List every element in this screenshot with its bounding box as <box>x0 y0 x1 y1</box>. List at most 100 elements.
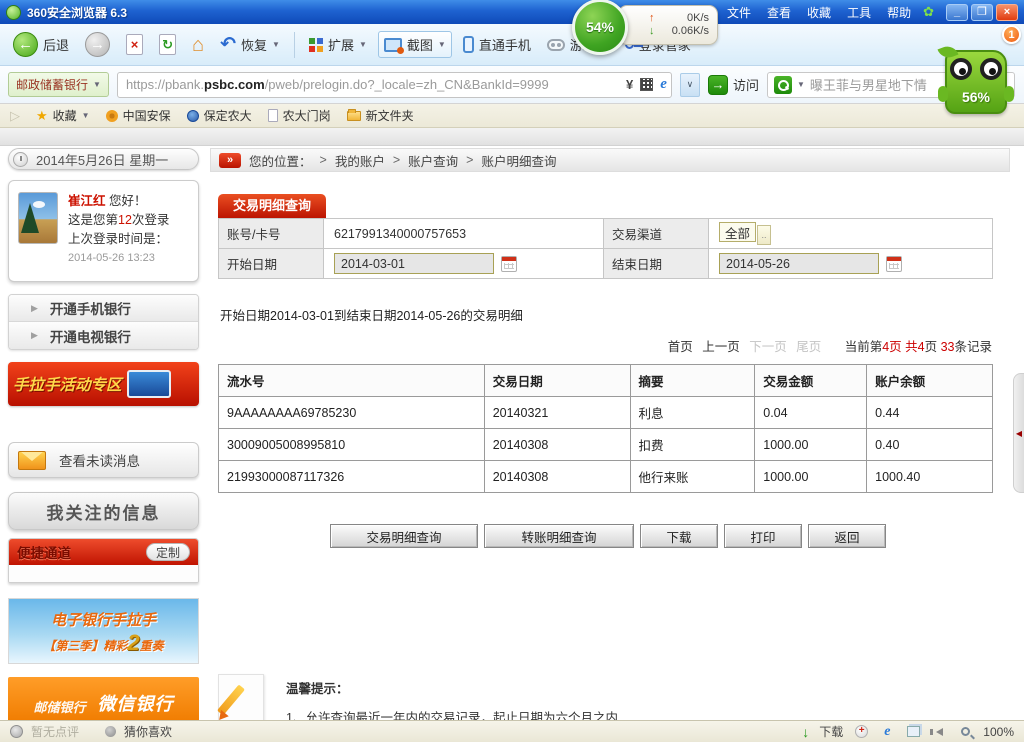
bookmark-folder[interactable]: 新文件夹 <box>347 107 414 124</box>
screenshot-button[interactable]: 截图 ▼ <box>378 31 452 58</box>
zoom-icon[interactable] <box>957 724 973 740</box>
battery-mascot[interactable]: 56% <box>936 50 1016 120</box>
query-form: 账号/卡号 6217991340000757653 交易渠道 全部.. 开始日期… <box>218 218 993 279</box>
table-row: 9AAAAAAAA69785230 20140321 利息 0.04 0.44 <box>219 397 993 429</box>
minimize-button[interactable]: _ <box>946 4 968 21</box>
url-dropdown-button[interactable]: ∨ <box>680 73 700 97</box>
first-page-link[interactable]: 首页 <box>668 340 693 354</box>
windows-layers-icon[interactable] <box>905 724 921 740</box>
calendar-icon[interactable] <box>886 256 902 272</box>
pagination: 首页 上一页 下一页 尾页 当前第4页 共4页 33条记录 <box>210 336 1010 355</box>
bookmark-item[interactable]: 中国安保 <box>106 107 171 124</box>
transaction-table: 流水号 交易日期 摘要 交易金额 账户余额 9AAAAAAAA69785230 … <box>218 364 993 493</box>
extensions-button[interactable]: 扩展 ▼ <box>304 32 372 57</box>
menu-view[interactable]: 查看 <box>767 4 791 21</box>
ie-mode-icon[interactable]: e <box>879 724 895 740</box>
speaker-icon[interactable] <box>931 724 947 740</box>
acceleration-ball[interactable]: 54% <box>572 0 628 55</box>
calendar-icon[interactable] <box>501 256 517 272</box>
breadcrumb: » 您的位置： > 我的账户 > 账户查询 > 账户明细查询 <box>210 148 1010 172</box>
phone-icon <box>463 36 474 53</box>
site-favicon-icon <box>187 110 199 122</box>
forward-button[interactable]: → <box>80 29 115 60</box>
title-bar: 360安全浏览器 6.3 » 文件 查看 收藏 工具 帮助 ✿ _ ❐ × <box>0 0 1024 24</box>
bookmark-item[interactable]: 保定农大 <box>187 107 252 124</box>
breadcrumb-detail-query[interactable]: 账户明细查询 <box>481 151 556 170</box>
url-text: https://pbank.psbc.com/pweb/prelogin.do?… <box>126 77 619 92</box>
restore-session-button[interactable]: ↶ 恢复 ▼ <box>215 32 285 57</box>
guess-like-label[interactable]: 猜你喜欢 <box>124 723 172 740</box>
menu-favorites[interactable]: 收藏 <box>807 4 831 21</box>
stop-button[interactable]: × <box>121 31 148 58</box>
activity-banner[interactable]: 手拉手活动专区 <box>8 362 199 406</box>
download-manager-label[interactable]: 下载 <box>819 723 843 740</box>
site-identity-button[interactable]: 邮政储蓄银行 ▼ <box>8 72 109 97</box>
focused-info-button[interactable]: 我关注的信息 <box>8 492 199 530</box>
end-date-input[interactable]: 2014-05-26 <box>719 253 879 274</box>
skin-icon[interactable]: ✿ <box>923 4 934 20</box>
user-name: 崔江红 <box>68 194 106 208</box>
url-input[interactable]: https://pbank.psbc.com/pweb/prelogin.do?… <box>117 72 672 98</box>
unread-messages-label: 查看未读消息 <box>59 450 140 470</box>
bookmark-item[interactable]: 农大门岗 <box>268 107 331 124</box>
avatar <box>18 192 58 244</box>
medical-kit-icon[interactable] <box>853 724 869 740</box>
favorites-button[interactable]: ★ 收藏 ▼ <box>36 107 90 124</box>
breadcrumb-my-account[interactable]: 我的账户 <box>335 151 385 170</box>
transaction-detail-query-button[interactable]: 交易明细查询 <box>330 524 478 548</box>
menu-tools[interactable]: 工具 <box>847 4 871 21</box>
notification-badge[interactable]: 1 <box>1002 25 1021 44</box>
cell-serial: 9AAAAAAAA69785230 <box>219 397 485 429</box>
restore-button[interactable]: ❐ <box>971 4 993 21</box>
sidebar-menu: ▶ 开通手机银行 ▶ 开通电视银行 <box>8 294 199 350</box>
bookmark-lead-icon[interactable]: ▷ <box>10 108 20 124</box>
upload-speed: 0K/s <box>687 13 709 24</box>
sidebar-item-tv-banking[interactable]: ▶ 开通电视银行 <box>9 322 198 349</box>
sidebar: 2014年5月26日 星期一 崔江红 您好！ 这是您第12次登录 上次登录时间是… <box>0 146 210 720</box>
breadcrumb-account-query[interactable]: 账户查询 <box>408 151 458 170</box>
back-button[interactable]: ← 后退 <box>8 29 74 60</box>
status-bar: 暂无点评 猜你喜欢 ↓ 下载 e 100% <box>0 720 1024 742</box>
customize-button[interactable]: 定制 <box>146 543 190 561</box>
start-date-input[interactable]: 2014-03-01 <box>334 253 494 274</box>
user-info-card: 崔江红 您好！ 这是您第12次登录 上次登录时间是： 2014-05-26 13… <box>8 180 199 282</box>
go-label: 访问 <box>733 75 759 94</box>
zoom-level[interactable]: 100% <box>983 725 1014 739</box>
prev-page-link[interactable]: 上一页 <box>702 340 740 354</box>
wechat-bank-banner[interactable]: 邮储银行 微信银行 <box>8 677 199 723</box>
sidebar-item-mobile-banking[interactable]: ▶ 开通手机银行 <box>9 295 198 322</box>
tab-transaction-detail[interactable]: 交易明细查询 <box>218 194 326 218</box>
qr-code-icon[interactable] <box>640 78 653 91</box>
star-icon: ★ <box>36 108 48 124</box>
start-date-label: 开始日期 <box>219 249 324 279</box>
cell-balance: 1000.40 <box>867 461 993 493</box>
search-icon[interactable] <box>774 76 792 94</box>
ie-compat-icon[interactable]: e <box>660 76 667 93</box>
cell-summary: 扣费 <box>630 429 755 461</box>
transfer-detail-query-button[interactable]: 转账明细查询 <box>484 524 634 548</box>
refresh-button[interactable]: ↻ <box>154 31 181 58</box>
sidebar-item-label: 开通手机银行 <box>50 298 131 318</box>
menu-file[interactable]: 文件 <box>727 4 751 21</box>
go-button[interactable]: → 访问 <box>708 75 759 95</box>
window-title: 360安全浏览器 6.3 <box>27 4 127 21</box>
mascot-percent: 56% <box>947 89 1005 105</box>
return-button[interactable]: 返回 <box>808 524 886 548</box>
close-button[interactable]: × <box>996 4 1018 21</box>
back-icon: ← <box>13 32 38 57</box>
screenshot-icon <box>384 38 402 52</box>
channel-select[interactable]: 全部 <box>719 222 756 242</box>
chevron-down-icon: ▼ <box>359 40 367 49</box>
channel-picker-button[interactable]: .. <box>757 225 771 245</box>
fund-safety-icon[interactable]: ¥ <box>626 77 633 92</box>
ebank-promo-banner[interactable]: 电子银行手拉手 【第三季】精彩2重奏 <box>8 598 199 664</box>
unread-messages-button[interactable]: 查看未读消息 <box>8 442 199 478</box>
menu-help[interactable]: 帮助 <box>887 4 911 21</box>
home-icon: ⌂ <box>192 35 204 55</box>
download-button[interactable]: 下载 <box>640 524 718 548</box>
home-button[interactable]: ⌂ <box>187 32 209 58</box>
phone-button[interactable]: 直通手机 <box>458 32 536 57</box>
sidebar-collapse-handle[interactable]: ◀ <box>1013 373 1024 493</box>
next-page-link: 下一页 <box>749 340 787 354</box>
print-button[interactable]: 打印 <box>724 524 802 548</box>
